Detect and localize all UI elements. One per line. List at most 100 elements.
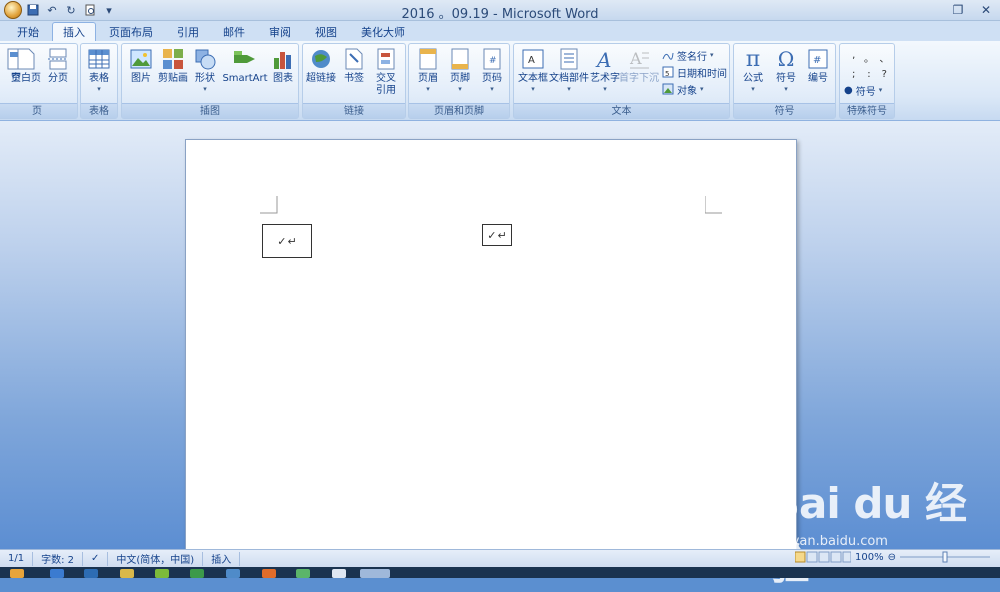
word-count[interactable]: 字数: 2	[33, 551, 84, 566]
equation-button[interactable]: π 公式 ▾	[736, 47, 770, 103]
text-frame[interactable]: ✓ ↵	[262, 224, 312, 258]
taskbar-app-icon[interactable]	[50, 569, 64, 578]
zoom-slider[interactable]	[900, 551, 990, 563]
svg-text:#: #	[813, 55, 821, 66]
group-text: A 文本框 ▾ 文档部件 ▾ A 艺术字 ▾ A 首字下沉 签名行 ▾ 5 日期…	[513, 43, 730, 119]
tab-review[interactable]: 审阅	[258, 22, 302, 41]
special-symbol-item[interactable]: ?	[877, 69, 892, 80]
header-icon	[416, 47, 440, 71]
chevron-down-icon: ▾	[751, 85, 755, 93]
object-button[interactable]: 对象 ▾	[662, 81, 704, 97]
svg-text:5: 5	[665, 70, 669, 78]
smartart-button[interactable]: SmartArt	[222, 47, 268, 103]
numbering-button[interactable]: # 编号	[801, 47, 835, 103]
clipart-button[interactable]: 剪贴画	[156, 47, 190, 103]
wordart-button[interactable]: A 艺术字 ▾	[588, 47, 622, 103]
restore-icon[interactable]: ❐	[944, 0, 972, 20]
taskbar-app-icon[interactable]	[226, 569, 240, 578]
window-controls: ❐ ✕	[944, 0, 1000, 20]
page-indicator[interactable]: 1/1	[0, 551, 34, 566]
numbering-icon: #	[806, 47, 830, 71]
picture-button[interactable]: 图片	[124, 47, 158, 103]
hyperlink-button[interactable]: 超链接	[304, 47, 338, 103]
dropcap-button[interactable]: A 首字下沉	[619, 47, 659, 103]
textbox-icon: A	[521, 47, 545, 71]
taskbar-app-icon[interactable]	[296, 569, 310, 578]
picture-icon	[129, 47, 153, 71]
taskbar-app-icon[interactable]	[84, 569, 98, 578]
footer-button[interactable]: 页脚 ▾	[443, 47, 477, 103]
baidu-watermark: Bai du 经验 jingyan.baidu.com	[768, 479, 967, 589]
quick-parts-button[interactable]: 文档部件 ▾	[549, 47, 589, 103]
special-symbol-button[interactable]: ● 符号 ▾	[844, 82, 882, 98]
calendar-icon: 5	[662, 66, 674, 78]
start-icon[interactable]	[10, 569, 24, 578]
tab-home[interactable]: 开始	[6, 22, 50, 41]
symbol-button[interactable]: Ω 符号 ▾	[769, 47, 803, 103]
special-symbol-item[interactable]: ;	[846, 69, 861, 80]
os-taskbar	[0, 567, 1000, 578]
special-symbol-item[interactable]: 。	[861, 50, 876, 65]
object-icon	[662, 83, 674, 95]
zoom-out-icon[interactable]: ⊖	[888, 552, 896, 563]
hyperlink-icon	[309, 47, 333, 71]
textbox-button[interactable]: A 文本框 ▾	[516, 47, 550, 103]
tab-insert[interactable]: 插入	[52, 22, 96, 41]
checkmark-icon: ✓	[487, 228, 497, 242]
taskbar-word-icon[interactable]	[360, 569, 390, 578]
chevron-down-icon: ▾	[458, 85, 462, 93]
text-frame[interactable]: ✓ ↵	[482, 224, 512, 246]
proofing-status[interactable]: ✓	[83, 551, 109, 566]
insert-mode[interactable]: 插入	[203, 551, 241, 566]
date-time-button[interactable]: 5 日期和时间	[662, 64, 727, 80]
shapes-icon	[193, 47, 217, 71]
blank-page-button[interactable]: 空白页	[9, 47, 43, 103]
special-symbol-item[interactable]: :	[861, 69, 876, 80]
page-break-button[interactable]: 分页	[41, 47, 75, 103]
page-number-button[interactable]: # 页码 ▾	[475, 47, 509, 103]
chart-icon	[271, 47, 295, 71]
taskbar-app-icon[interactable]	[332, 569, 346, 578]
bookmark-button[interactable]: 书签	[337, 47, 371, 103]
tab-beautify[interactable]: 美化大师	[350, 22, 416, 41]
taskbar-app-icon[interactable]	[190, 569, 204, 578]
ribbon-tabs: 开始 插入 页面布局 引用 邮件 审阅 视图 美化大师	[0, 21, 1000, 41]
cross-reference-button[interactable]: 交叉 引用	[369, 47, 403, 103]
tab-mailings[interactable]: 邮件	[212, 22, 256, 41]
taskbar-app-icon[interactable]	[120, 569, 134, 578]
checkmark-icon: ✓	[277, 234, 287, 248]
shapes-button[interactable]: 形状 ▾	[188, 47, 222, 103]
zoom-level[interactable]: 100%	[855, 552, 884, 563]
view-buttons[interactable]	[795, 551, 852, 563]
bullet-icon: ●	[844, 84, 853, 96]
crop-mark-top-left	[260, 196, 278, 214]
signature-line-button[interactable]: 签名行 ▾	[662, 47, 714, 63]
window-title: 2016 。09.19 - Microsoft Word	[401, 7, 599, 22]
tab-references[interactable]: 引用	[166, 22, 210, 41]
taskbar-app-icon[interactable]	[262, 569, 276, 578]
clipart-icon	[161, 47, 185, 71]
special-symbol-item[interactable]: 、	[877, 50, 892, 65]
table-button[interactable]: 表格 ▾	[82, 47, 116, 103]
tab-view[interactable]: 视图	[304, 22, 348, 41]
chart-button[interactable]: 图表	[266, 47, 300, 103]
chevron-down-icon: ▾	[603, 85, 607, 93]
tab-page-layout[interactable]: 页面布局	[98, 22, 164, 41]
chevron-down-icon: ▾	[700, 85, 704, 93]
chevron-down-icon: ▾	[97, 85, 101, 93]
taskbar-app-icon[interactable]	[155, 569, 169, 578]
special-symbol-item[interactable]: ,	[846, 50, 861, 65]
close-icon[interactable]: ✕	[972, 0, 1000, 20]
title-bar: ↶ ↻ ▾ 2016 。09.19 - Microsoft Word ❐ ✕	[0, 0, 1000, 22]
cross-reference-icon	[374, 47, 398, 71]
ribbon: 页 空白页 分页 页 表格 ▾ 表格 图片 剪贴画 形状 ▾ SmartArt …	[0, 41, 1000, 121]
blank-page-icon	[14, 47, 38, 71]
special-symbols-grid: , 。 、 ; : ?	[846, 50, 892, 80]
bookmark-icon	[342, 47, 366, 71]
svg-text:#: #	[489, 56, 497, 66]
document-page[interactable]: ✓ ↵ ✓ ↵	[185, 139, 797, 559]
header-button[interactable]: 页眉 ▾	[411, 47, 445, 103]
group-pages: 页 空白页 分页 页	[0, 43, 78, 119]
language-indicator[interactable]: 中文(简体，中国)	[108, 551, 204, 566]
chevron-down-icon: ▾	[784, 85, 788, 93]
